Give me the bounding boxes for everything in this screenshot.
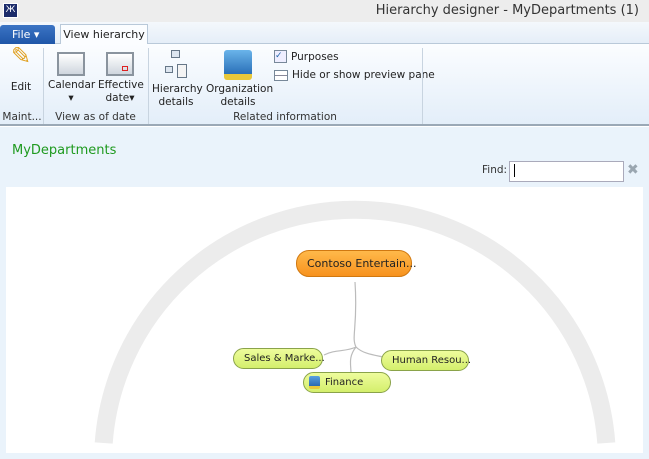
page-title: MyDepartments — [12, 143, 117, 158]
connector-line — [353, 281, 395, 362]
hierarchy-node[interactable]: Human Resou... — [381, 350, 472, 371]
organization-icon — [224, 50, 252, 80]
connector-line — [323, 346, 357, 356]
organization-details-label: Organization details — [206, 83, 274, 108]
divider — [148, 48, 149, 124]
node-label: Human Resou... — [392, 355, 472, 366]
calendar-icon — [57, 52, 85, 76]
calendar-date-icon — [106, 52, 134, 76]
window-title: Hierarchy designer - MyDepartments (1) — [375, 3, 639, 18]
purposes-icon: ✓ — [274, 50, 287, 63]
organization-details-button[interactable]: Organization details — [206, 50, 274, 109]
group-view-label: View as of date — [55, 111, 136, 123]
organization-icon — [309, 376, 320, 389]
pencil-icon: ✎ — [10, 42, 32, 70]
node-label: Contoso Entertain... — [307, 257, 417, 270]
edit-button[interactable]: ✎ Edit — [4, 42, 38, 94]
preview-pane-icon — [274, 69, 288, 81]
group-related-label: Related information — [233, 111, 337, 123]
chevron-down-icon: ▾ — [68, 92, 74, 104]
effective-date-button[interactable]: Effective date▾ — [98, 52, 144, 105]
hide-show-preview-label: Hide or show preview pane — [292, 69, 435, 81]
calendar-label: Calendar — [48, 79, 96, 91]
app-icon[interactable]: Ж — [3, 3, 18, 18]
edit-label: Edit — [10, 81, 32, 93]
hierarchy-details-button[interactable]: Hierarchy details — [152, 50, 203, 109]
group-maintain-label: Maint... — [2, 111, 42, 123]
hierarchy-icon — [163, 50, 189, 80]
divider — [422, 48, 423, 124]
find-input[interactable] — [509, 161, 624, 182]
hierarchy-details-label: Hierarchy details — [152, 83, 203, 108]
purposes-label: Purposes — [291, 50, 339, 63]
chevron-down-icon: ▾ — [33, 28, 40, 41]
hierarchy-node-root[interactable]: Contoso Entertain... — [296, 250, 416, 277]
find-label: Find: — [482, 164, 508, 176]
tab-view-hierarchy[interactable]: View hierarchy — [60, 24, 148, 45]
hide-show-preview-button[interactable]: Hide or show preview pane — [274, 69, 435, 81]
node-label: Sales & Marke... — [244, 353, 325, 364]
clear-find-icon[interactable]: ✖ — [627, 162, 639, 178]
hierarchy-node[interactable]: Finance — [303, 372, 391, 393]
connector-line — [349, 346, 357, 374]
purposes-button[interactable]: ✓ Purposes — [274, 50, 339, 63]
connectors — [94, 200, 616, 444]
hierarchy-canvas[interactable]: Contoso Entertain... Sales & Marke... Fi… — [6, 187, 643, 453]
file-label: File — [12, 28, 31, 41]
hierarchy-node[interactable]: Sales & Marke... — [233, 348, 325, 369]
effective-date-label: Effective date — [98, 79, 144, 104]
calendar-button[interactable]: Calendar ▾ — [48, 52, 96, 105]
node-label: Finance — [325, 377, 364, 388]
